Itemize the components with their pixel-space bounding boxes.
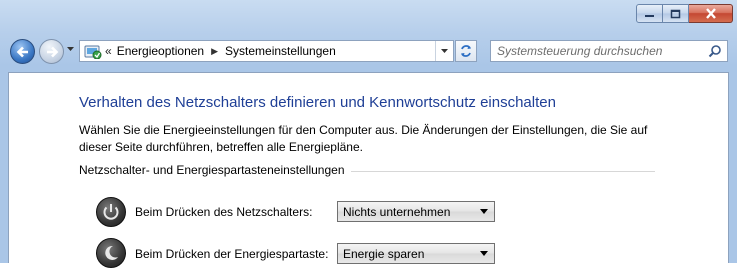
page-title: Verhalten des Netzschalters definieren u… <box>79 94 556 111</box>
window-frame: « Energieoptionen ▶ Systemeinstellungen … <box>0 0 737 268</box>
breadcrumb-separator-icon[interactable]: ▶ <box>211 46 218 57</box>
address-bar[interactable]: « Energieoptionen ▶ Systemeinstellungen <box>79 40 454 62</box>
search-box[interactable] <box>490 40 728 62</box>
refresh-button[interactable] <box>455 40 477 62</box>
close-button[interactable] <box>689 4 733 23</box>
page-description: Wählen Sie die Energieeinstellungen für … <box>79 123 648 154</box>
forward-button[interactable] <box>39 39 64 64</box>
chevron-down-icon <box>480 209 488 214</box>
maximize-icon <box>670 9 681 18</box>
recent-pages-chevron-icon[interactable] <box>66 46 75 52</box>
search-input[interactable] <box>497 43 697 59</box>
refresh-icon <box>461 45 471 57</box>
caption-buttons <box>636 4 733 23</box>
minimize-button[interactable] <box>636 4 663 23</box>
back-button[interactable] <box>10 39 35 64</box>
power-symbol-icon <box>103 204 119 220</box>
minimize-icon <box>645 14 654 17</box>
address-history-button[interactable] <box>435 41 453 61</box>
close-icon <box>705 8 716 19</box>
power-button-label: Beim Drücken des Netzschalters: <box>135 205 313 219</box>
back-arrow-icon <box>16 46 28 58</box>
control-panel-icon <box>84 45 102 59</box>
power-button-icon <box>96 197 126 227</box>
content-pane: Verhalten des Netzschalters definieren u… <box>8 72 729 268</box>
sleep-button-action-value: Energie sparen <box>343 247 425 261</box>
maximize-button[interactable] <box>663 4 689 23</box>
breadcrumb-energieoptionen[interactable]: Energieoptionen <box>117 44 204 58</box>
power-button-action-select[interactable]: Nichts unternehmen <box>337 201 495 222</box>
search-icon[interactable] <box>708 44 722 58</box>
address-overflow-chevron[interactable]: « <box>105 44 112 58</box>
chevron-down-icon <box>441 49 448 53</box>
chevron-down-icon <box>480 251 488 256</box>
sleep-button-label: Beim Drücken der Energiespartaste: <box>135 247 329 261</box>
sleep-button-action-select[interactable]: Energie sparen <box>337 243 495 264</box>
breadcrumb-systemeinstellungen[interactable]: Systemeinstellungen <box>225 44 336 58</box>
group-heading: Netzschalter- und Energiespartasteneinst… <box>79 163 351 177</box>
forward-arrow-icon <box>47 46 59 58</box>
address-dropdown-area <box>435 41 453 61</box>
power-button-action-value: Nichts unternehmen <box>343 205 451 219</box>
sleep-button-icon <box>96 238 126 268</box>
